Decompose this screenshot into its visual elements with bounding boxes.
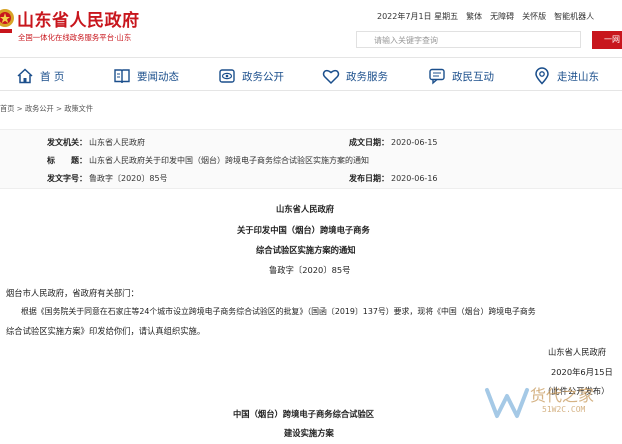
meta-docno-value: 鲁政字〔2020〕85号 bbox=[89, 174, 168, 183]
meta-docno-label: 发文字号： bbox=[47, 174, 87, 183]
chat-icon bbox=[429, 68, 445, 85]
eye-icon bbox=[219, 69, 235, 83]
current-date: 2022年7月1日 星期五 bbox=[377, 12, 459, 21]
breadcrumb[interactable]: 首页 > 政务公开 > 政策文件 bbox=[0, 104, 93, 114]
watermark-url: 51W2C.COM bbox=[542, 405, 586, 414]
doc-body-line-2: 综合试验区实施方案》印发给你们，请认真组织实施。 bbox=[6, 326, 206, 336]
watermark: 货代之家 51W2C.COM bbox=[483, 372, 622, 444]
doc-number: 鲁政字〔2020〕85号 bbox=[269, 265, 351, 275]
watermark-logo-icon bbox=[485, 388, 529, 418]
doc-title-line-1: 关于印发中国（烟台）跨境电子商务 bbox=[237, 225, 370, 235]
main-nav: 首 页 要闻动态 政务公开 政务服务 政民互动 走进山东 bbox=[0, 57, 622, 91]
traditional-chinese-link[interactable]: 繁体 bbox=[466, 11, 482, 22]
accessibility-link[interactable]: 无障碍 bbox=[490, 11, 514, 22]
home-icon bbox=[17, 68, 33, 84]
book-icon bbox=[114, 69, 130, 84]
doc-signature: 山东省人民政府 bbox=[548, 347, 607, 357]
meta-title: 标 题： 山东省人民政府关于印发中国（烟台）跨境电子商务综合试验区实施方案的通知 bbox=[47, 155, 369, 166]
service-portal-button[interactable]: 一网 bbox=[592, 31, 622, 49]
nav-item-home[interactable]: 首 页 bbox=[16, 66, 64, 86]
doc-salutation: 烟台市人民政府，省政府有关部门： bbox=[6, 288, 139, 298]
document-metadata: 发文机关： 山东省人民政府 成文日期： 2020-06-15 标 题： 山东省人民政府… bbox=[0, 129, 622, 189]
site-header: 山东省人民政府 全国一体化在线政务服务平台·山东 2022年7月1日 星期五 繁… bbox=[0, 0, 622, 56]
meta-issuer-label: 发文机关： bbox=[47, 138, 87, 147]
nav-item-services[interactable]: 政务服务 bbox=[322, 66, 388, 86]
top-utility-bar: 2022年7月1日 星期五 繁体 无障碍 关怀版 智能机器人 bbox=[377, 11, 594, 22]
watermark-text: 货代之家 bbox=[530, 386, 595, 405]
doc-title-line-2: 综合试验区实施方案的通知 bbox=[256, 245, 356, 255]
meta-docno: 发文字号： 鲁政字〔2020〕85号 bbox=[47, 173, 168, 184]
plan-title-line-2: 建设实施方案 bbox=[284, 428, 334, 438]
meta-issuer-value: 山东省人民政府 bbox=[89, 138, 145, 147]
national-emblem-icon bbox=[0, 9, 14, 33]
search-input[interactable]: 请输入关键字查询 bbox=[356, 31, 581, 48]
elder-mode-link[interactable]: 关怀版 bbox=[522, 11, 546, 22]
location-icon bbox=[535, 67, 549, 85]
nav-item-open-government[interactable]: 政务公开 bbox=[218, 66, 284, 86]
heart-icon bbox=[322, 69, 340, 85]
meta-established-value: 2020-06-15 bbox=[391, 138, 438, 147]
site-slogan: 全国一体化在线政务服务平台·山东 bbox=[18, 33, 132, 42]
doc-body-line-1: 根据《国务院关于同意在石家庄等24个城市设立跨境电子商务综合试验区的批复》（国函… bbox=[21, 307, 536, 316]
meta-published-value: 2020-06-16 bbox=[391, 174, 438, 183]
meta-issuer: 发文机关： 山东省人民政府 bbox=[47, 137, 145, 148]
meta-established: 成文日期： 2020-06-15 bbox=[349, 137, 438, 148]
meta-title-value: 山东省人民政府关于印发中国（烟台）跨境电子商务综合试验区实施方案的通知 bbox=[89, 156, 369, 165]
chatbot-link[interactable]: 智能机器人 bbox=[554, 11, 594, 22]
nav-item-about-shandong[interactable]: 走进山东 bbox=[533, 66, 599, 86]
nav-item-interaction[interactable]: 政民互动 bbox=[428, 66, 494, 86]
search-placeholder: 请输入关键字查询 bbox=[374, 36, 438, 45]
meta-published: 发布日期： 2020-06-16 bbox=[349, 173, 438, 184]
meta-title-label: 标 题： bbox=[47, 156, 87, 165]
plan-title-line-1: 中国（烟台）跨境电子商务综合试验区 bbox=[233, 409, 375, 419]
meta-published-label: 发布日期： bbox=[349, 174, 389, 183]
meta-established-label: 成文日期： bbox=[349, 138, 389, 147]
site-name[interactable]: 山东省人民政府 bbox=[17, 6, 140, 31]
nav-item-news[interactable]: 要闻动态 bbox=[113, 66, 179, 86]
doc-issuer-heading: 山东省人民政府 bbox=[276, 204, 335, 214]
